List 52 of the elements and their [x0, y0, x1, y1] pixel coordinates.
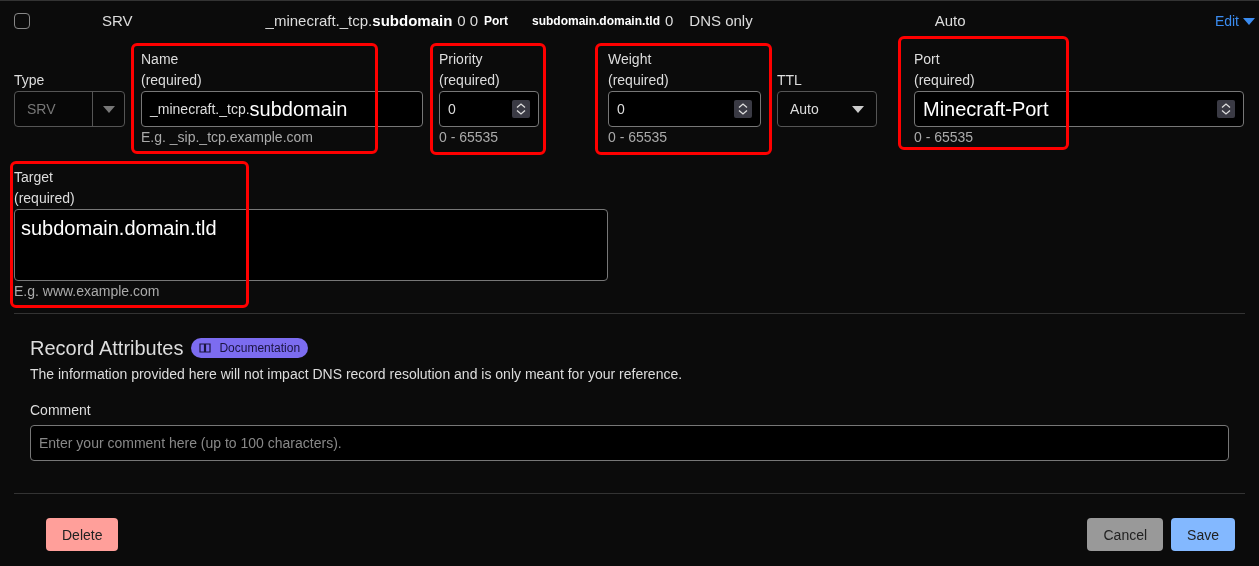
type-cell-text: SRV [102, 10, 133, 31]
spinner-icon[interactable] [734, 100, 752, 118]
field-value: Minecraft-Port [923, 97, 1050, 122]
field-value: 0 [617, 100, 626, 119]
field-label: Weight [608, 50, 652, 69]
field-hint: E.g. www.example.com [14, 282, 160, 301]
field-label: Name [141, 50, 179, 69]
required-note: (required) [14, 189, 75, 208]
proxy-cell-text: DNS only [689, 10, 753, 31]
required-note: (required) [914, 71, 975, 90]
section-title: Record Attributes [30, 336, 184, 361]
field-label: TTL [777, 71, 802, 90]
name-cell-text: _minecraft._tcp.subdomain [265, 10, 453, 31]
select-field[interactable]: Auto [777, 91, 877, 127]
port-cell: Port [484, 13, 508, 29]
field-hint: 0 - 65535 [439, 129, 499, 145]
spinner-icon[interactable] [1217, 100, 1235, 118]
spinner-icon[interactable] [512, 100, 530, 118]
caret-icon [102, 105, 115, 113]
priority-cell-text: 0 [457, 10, 466, 31]
edit-link[interactable]: Edit [1214, 11, 1255, 31]
target-field[interactable]: subdomain.domain.tld [14, 209, 608, 281]
field-label: Target [14, 168, 53, 187]
field-label: Priority [439, 50, 483, 69]
delete-button[interactable]: Delete [46, 518, 119, 551]
number-field[interactable]: 0 [439, 91, 539, 127]
field-value: 0 [448, 100, 457, 119]
weight-cell-text: 0 [469, 10, 478, 31]
number-field[interactable]: Minecraft-Port [914, 91, 1244, 127]
field-hint: 0 - 65535 [608, 129, 668, 145]
field-hint: 0 - 65535 [914, 129, 974, 145]
ttl-cell-text: Auto [934, 10, 966, 31]
field-label: Type [14, 71, 45, 90]
field-label: Port [914, 50, 940, 69]
row-checkbox[interactable] [14, 13, 30, 29]
number-field[interactable]: 0 [608, 91, 761, 127]
comment-label: Comment [30, 401, 92, 420]
required-note: (required) [439, 71, 500, 90]
cancel-button[interactable]: Cancel [1087, 518, 1164, 551]
caret-icon [852, 105, 864, 113]
section-description: The information provided here will not impact DNS record resolution and is only meant for your reference. [30, 365, 684, 384]
input-field[interactable]: _minecraft._tcp.subdomain [141, 91, 423, 127]
comment-field[interactable]: Enter your comment here (up to 100 characters). [30, 425, 1229, 461]
field-hint: E.g. _sip._tcp.example.com [141, 129, 313, 145]
book-icon [199, 343, 212, 353]
target-cell: subdomain.domain.tld [532, 13, 660, 29]
required-note: (required) [608, 71, 669, 90]
port-number-cell-text: 0 [665, 10, 674, 31]
caret-icon [1243, 17, 1255, 25]
required-note: (required) [141, 71, 202, 90]
save-button[interactable]: Save [1171, 518, 1235, 551]
documentation-link[interactable]: Documentation [191, 338, 309, 358]
